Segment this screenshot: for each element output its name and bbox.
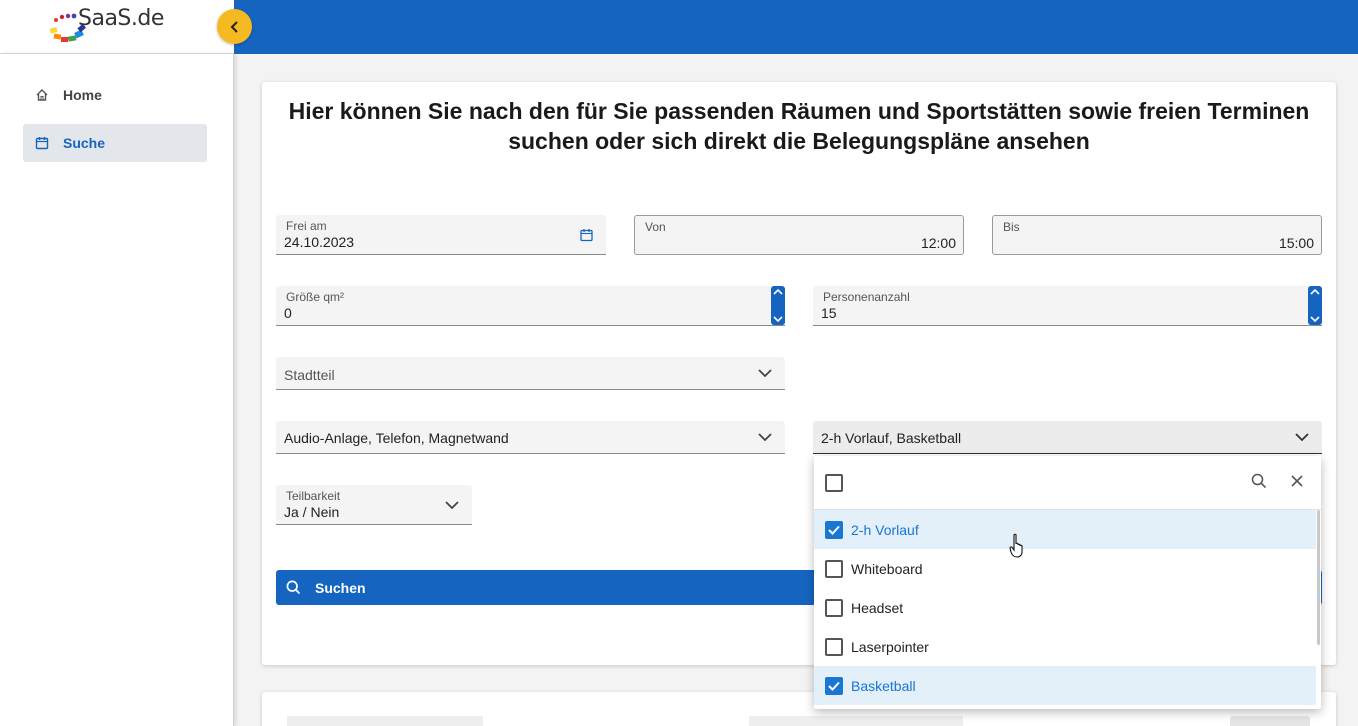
search-icon[interactable] [1251,473,1267,489]
top-app-bar [234,0,1358,54]
list-item[interactable]: Basketball [814,666,1316,705]
field-value: 0 [284,305,292,321]
sportart-select[interactable]: 2-h Vorlauf, Basketball [813,421,1322,454]
calendar-icon [35,135,51,151]
page-title-line-1: Hier können Sie nach den für Sie passend… [288,98,1310,124]
frei-am-datepicker[interactable]: Frei am 24.10.2023 [276,215,606,255]
field-label: Frei am [286,219,327,233]
logo-area: SaaS.de [0,0,234,54]
option-label: Headset [851,599,904,616]
sidebar-item-label: Home [63,87,102,103]
chevron-down-icon [1295,433,1309,442]
option-checkbox[interactable] [825,637,843,656]
option-label: Basketball [851,677,916,694]
chevron-down-icon[interactable] [773,316,783,322]
list-item[interactable]: Laserpointer [814,627,1316,666]
logo-text: SaaS.de [78,6,164,31]
placeholder-bar [287,716,483,726]
quantity-stepper[interactable] [771,286,785,325]
collapse-sidebar-button[interactable] [217,9,252,44]
calendar-icon[interactable] [580,228,593,242]
page-title-line-2: suchen oder sich direkt die Belegungsplä… [508,128,1090,154]
field-label: Größe qm² [286,290,345,304]
field-label: Bis [1003,220,1020,234]
home-icon [35,87,51,103]
field-value: 24.10.2023 [284,234,355,250]
search-icon [286,580,301,595]
option-label: Laserpointer [851,638,929,655]
select-all-checkbox[interactable] [825,474,843,492]
search-button-label: Suchen [315,579,366,596]
hand-pointer-icon [1009,533,1023,558]
chevron-down-icon [758,369,772,378]
field-value: Ja / Nein [284,504,340,520]
field-value: Audio-Anlage, Telefon, Magnetwand [284,430,509,446]
bis-time-field[interactable]: Bis 15:00 [992,215,1322,255]
teilbarkeit-select[interactable]: Teilbarkeit Ja / Nein [276,485,472,525]
placeholder-bar [749,716,963,726]
chevron-left-icon [230,20,238,33]
chevron-down-icon [758,433,772,442]
option-label: Whiteboard [851,560,923,577]
groesse-number-field[interactable]: Größe qm² 0 [276,286,785,326]
sidebar-item-home[interactable]: Home [23,76,207,114]
multiselect-dropdown-panel: 2-h Vorlauf Whiteboard Headset Laserpoin… [814,456,1321,709]
sidebar-item-suche[interactable]: Suche [23,124,207,162]
chevron-up-icon[interactable] [1310,289,1320,295]
scrollbar[interactable] [1317,510,1320,645]
check-icon [828,525,840,535]
list-item[interactable]: 2-h Vorlauf [814,510,1316,549]
list-item[interactable]: Whiteboard [814,549,1316,588]
von-time-field[interactable]: Von 12:00 [634,215,964,255]
option-checkbox[interactable] [825,598,843,617]
page-title: Hier können Sie nach den für Sie passend… [262,96,1336,156]
saas-logo[interactable]: SaaS.de [48,4,178,46]
field-label: Personenanzahl [823,290,910,304]
option-checkbox[interactable] [825,559,843,578]
field-value: 15 [821,305,837,321]
option-checkbox[interactable] [825,676,843,695]
field-placeholder: Stadtteil [284,367,335,383]
field-label: Von [645,220,666,234]
sidebar-item-label: Suche [63,135,106,151]
check-icon [828,681,840,691]
chevron-down-icon[interactable] [1310,316,1320,322]
placeholder-bar [1230,716,1310,726]
chevron-down-icon [445,501,459,510]
dropdown-header [814,456,1321,510]
ausstattung-select[interactable]: Audio-Anlage, Telefon, Magnetwand [276,421,785,454]
chevron-up-icon[interactable] [773,289,783,295]
field-label: Teilbarkeit [286,489,341,503]
option-label: 2-h Vorlauf [851,521,919,538]
field-value: 15:00 [1278,235,1314,251]
stadtteil-select[interactable]: Stadtteil [276,357,785,390]
personenanzahl-number-field[interactable]: Personenanzahl 15 [813,286,1322,326]
sidebar: Home Suche [0,54,234,726]
list-item[interactable]: Headset [814,588,1316,627]
close-icon[interactable] [1290,474,1304,488]
field-value: 12:00 [920,235,956,251]
option-checkbox[interactable] [825,520,843,539]
field-value: 2-h Vorlauf, Basketball [821,430,962,446]
quantity-stepper[interactable] [1308,286,1322,325]
